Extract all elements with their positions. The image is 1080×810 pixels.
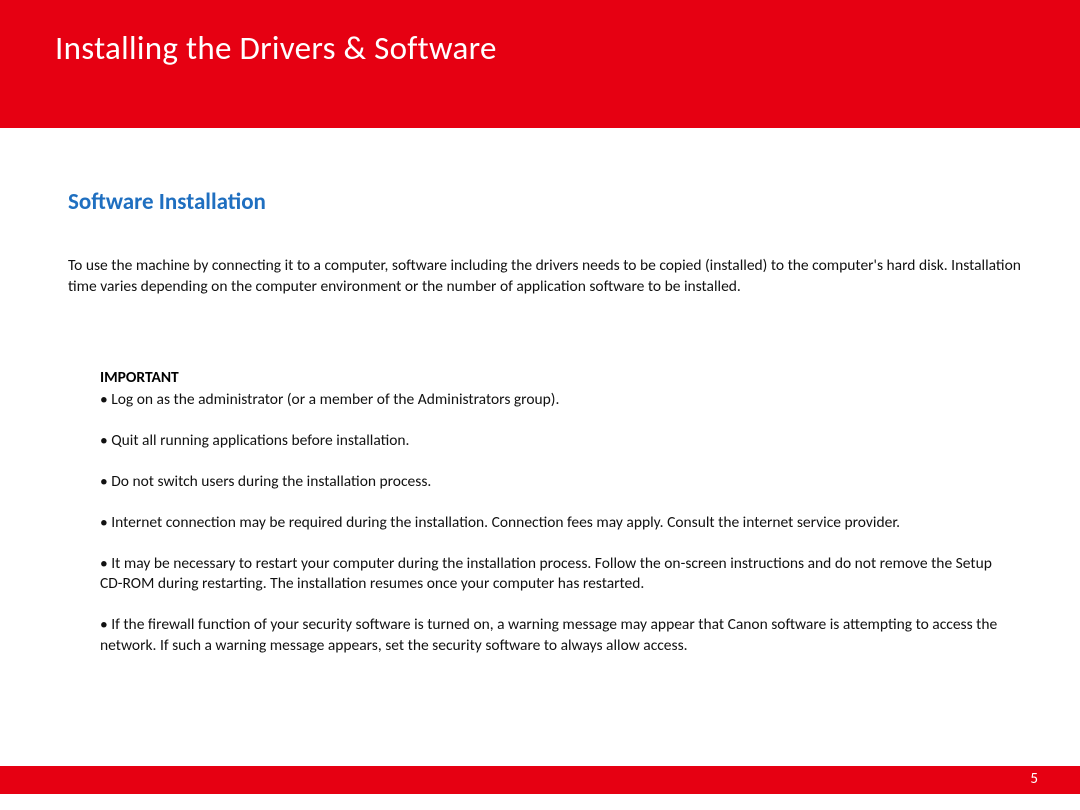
important-section: IMPORTANT • Log on as the administrator …	[68, 368, 1025, 657]
header-banner: Installing the Drivers & Software	[0, 0, 1080, 128]
bullet-item: • Quit all running applications before i…	[100, 431, 1005, 452]
bullet-item: • Internet connection may be required du…	[100, 513, 1005, 534]
content-area: Software Installation To use the machine…	[0, 128, 1080, 657]
page-number: 5	[1030, 770, 1038, 788]
bullet-item: • Log on as the administrator (or a memb…	[100, 390, 1005, 411]
bullet-item: • It may be necessary to restart your co…	[100, 554, 1005, 596]
bullet-item: • Do not switch users during the install…	[100, 472, 1005, 493]
section-heading: Software Installation	[68, 188, 1025, 216]
footer-bar: 5	[0, 766, 1080, 794]
important-label: IMPORTANT	[100, 368, 1005, 387]
bullet-item: • If the firewall function of your secur…	[100, 615, 1005, 657]
page-title: Installing the Drivers & Software	[55, 28, 1040, 68]
important-bullets: • Log on as the administrator (or a memb…	[100, 390, 1005, 657]
intro-paragraph: To use the machine by connecting it to a…	[68, 256, 1025, 298]
